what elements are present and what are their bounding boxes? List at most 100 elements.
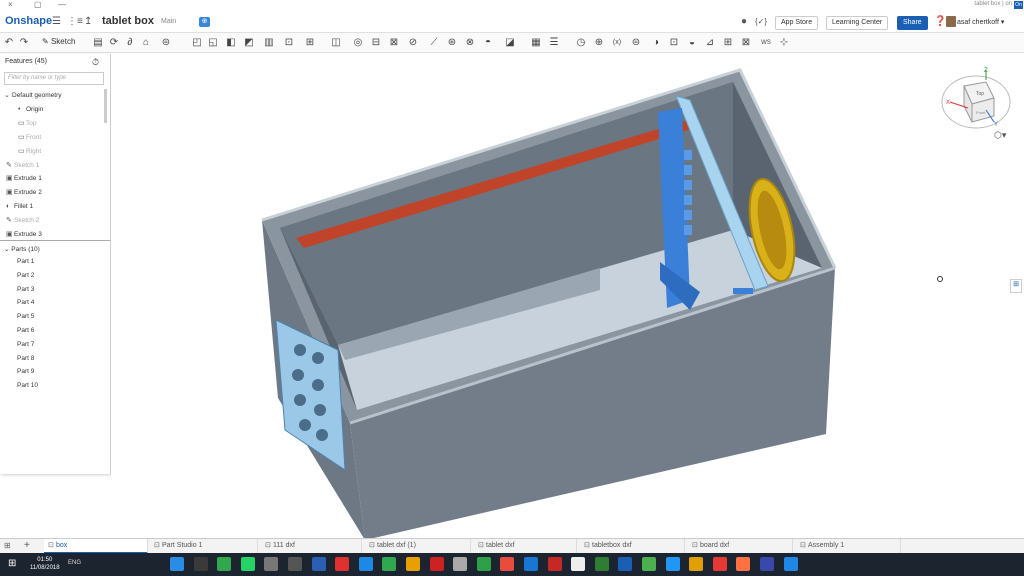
- red-app-icon[interactable]: [547, 557, 562, 571]
- ws-icon[interactable]: WS: [760, 37, 772, 49]
- whatsapp-icon[interactable]: [240, 557, 255, 571]
- rib-icon[interactable]: ◩: [243, 37, 255, 49]
- branch-label[interactable]: Main: [161, 18, 176, 25]
- mate-connector-icon[interactable]: ▦: [530, 37, 542, 49]
- gmail-icon[interactable]: [689, 557, 704, 571]
- wavelet-icon[interactable]: [665, 557, 680, 571]
- terminal-icon[interactable]: [358, 557, 373, 571]
- undo-icon[interactable]: ↶: [3, 37, 15, 49]
- xmind-icon[interactable]: [335, 557, 350, 571]
- numbered-icon[interactable]: [524, 557, 538, 571]
- feature-item[interactable]: ▣Extrude 2: [6, 186, 42, 199]
- loft-icon[interactable]: ⌂: [140, 37, 152, 49]
- explorer-icon[interactable]: [736, 557, 751, 571]
- section-icon[interactable]: ⊕: [593, 37, 605, 49]
- sheet-metal-icon[interactable]: ⊜: [630, 37, 642, 49]
- app-icon[interactable]: [288, 557, 302, 571]
- document-tab[interactable]: ⊡ tablet dxf: [474, 539, 577, 554]
- user-menu[interactable]: asaf chertkoff ▾: [957, 18, 1004, 26]
- help-icon[interactable]: ❓: [934, 16, 946, 27]
- shell-icon[interactable]: ▥: [263, 37, 275, 49]
- part-item[interactable]: Part 8: [17, 352, 34, 365]
- green-app-icon[interactable]: [382, 557, 397, 571]
- feature-item[interactable]: ✎ Sketch 1: [6, 159, 39, 172]
- browser-icon[interactable]: [170, 557, 184, 571]
- document-tab[interactable]: ⊡ tablet dxf (1): [365, 539, 471, 554]
- variable-icon[interactable]: (x): [611, 37, 623, 49]
- part-item[interactable]: Part 6: [17, 324, 34, 337]
- offset-surface-icon[interactable]: ◓: [482, 37, 494, 49]
- opera-icon[interactable]: [429, 557, 444, 571]
- graphics-viewport[interactable]: [111, 54, 1024, 540]
- onshape-logo[interactable]: Onshape: [5, 15, 52, 27]
- system-clock[interactable]: 01:50 11/08/2018: [30, 556, 60, 572]
- split-icon[interactable]: ⊟: [370, 37, 382, 49]
- workspace-icon[interactable]: ⊕: [199, 17, 210, 27]
- start-icon[interactable]: ⊞: [8, 558, 19, 570]
- part-item[interactable]: Part 5: [17, 310, 34, 323]
- add-custom-icon[interactable]: ⊹: [778, 37, 790, 49]
- camera-icon[interactable]: [264, 557, 279, 571]
- mail-icon[interactable]: [760, 557, 774, 571]
- feature-item[interactable]: • Origin: [18, 103, 43, 116]
- document-title[interactable]: tablet box: [102, 15, 154, 27]
- drive-icon[interactable]: [594, 557, 609, 571]
- part-item[interactable]: Part 1: [17, 255, 34, 268]
- feature-scrollbar[interactable]: [104, 89, 107, 123]
- feature-item[interactable]: ◐ Fillet 1: [6, 200, 33, 213]
- form-icon[interactable]: ⊿: [704, 37, 716, 49]
- chamfer-icon[interactable]: ◱: [207, 37, 219, 49]
- search-icon[interactable]: [783, 557, 798, 571]
- parts-divider[interactable]: [0, 240, 110, 241]
- feature-filter-input[interactable]: Filter by name or type: [4, 72, 104, 85]
- measure-icon[interactable]: ◷: [575, 37, 587, 49]
- pattern-icon[interactable]: ⊞: [304, 37, 316, 49]
- restore-window-icon[interactable]: ▢: [34, 0, 42, 9]
- feature-item[interactable]: ✎ Sketch 2: [6, 214, 39, 227]
- document-tab[interactable]: ⊡ board dxf: [688, 539, 793, 554]
- code-icon[interactable]: [311, 557, 326, 571]
- learning-center-button[interactable]: Learning Center: [826, 16, 889, 30]
- telegram-icon[interactable]: [712, 557, 727, 571]
- draft-icon[interactable]: ◧: [225, 37, 237, 49]
- view-options-icon[interactable]: ⬡▾: [994, 130, 1006, 141]
- close-window-icon[interactable]: ×: [8, 0, 13, 9]
- avatar[interactable]: [946, 16, 956, 27]
- browser-tab-title[interactable]: tablet box | on: [974, 1, 1012, 7]
- side-panel-icon[interactable]: ⊞: [1010, 279, 1022, 293]
- document-tab[interactable]: ⊡ 111 dxf: [261, 539, 362, 554]
- version-history-icon[interactable]: ⋮≡: [67, 16, 83, 27]
- thicken-icon[interactable]: ⊜: [160, 37, 172, 49]
- feature-item[interactable]: ▭Right: [18, 145, 41, 158]
- part-item[interactable]: Part 10: [17, 379, 38, 392]
- part-item[interactable]: Part 7: [17, 338, 34, 351]
- small-connector-part[interactable]: [733, 288, 753, 294]
- sweep-icon[interactable]: ∂: [124, 37, 136, 49]
- helix-icon[interactable]: ☰: [548, 37, 560, 49]
- replace-face-icon[interactable]: ⊗: [464, 37, 476, 49]
- transform-icon[interactable]: ⊠: [388, 37, 400, 49]
- app-store-button[interactable]: App Store: [775, 16, 819, 30]
- tab-manager-icon[interactable]: ⊞: [4, 541, 11, 550]
- document-tab[interactable]: ⊡ tabletbox dxf: [580, 539, 685, 554]
- plane-icon[interactable]: ◪: [504, 37, 516, 49]
- chrome-icon[interactable]: [618, 557, 633, 571]
- onshape-task-icon[interactable]: [571, 557, 586, 571]
- sketch-icon[interactable]: [406, 557, 420, 571]
- rollback-icon[interactable]: ⏱: [92, 57, 99, 68]
- code-icon[interactable]: {✓}: [755, 17, 767, 26]
- document-tab[interactable]: ⊡ Assembly 1: [796, 539, 901, 554]
- asana-icon[interactable]: [642, 557, 656, 571]
- feature-item[interactable]: ⌄ Default geometry: [4, 89, 62, 102]
- part-item[interactable]: Part 4: [17, 296, 34, 309]
- insert-icon[interactable]: ↥: [84, 16, 92, 27]
- minimize-window-icon[interactable]: —: [58, 0, 66, 9]
- feature-item[interactable]: ▭Front: [18, 131, 41, 144]
- notes-icon[interactable]: [453, 557, 468, 571]
- sketch-button[interactable]: ✎ Sketch: [42, 37, 75, 46]
- feature-item[interactable]: ▭Top: [18, 117, 36, 130]
- part-item[interactable]: Part 3: [17, 283, 34, 296]
- revolve-icon[interactable]: ⟳: [108, 37, 120, 49]
- chat-icon[interactable]: ●: [741, 16, 747, 27]
- mirror-icon[interactable]: ◫: [330, 37, 342, 49]
